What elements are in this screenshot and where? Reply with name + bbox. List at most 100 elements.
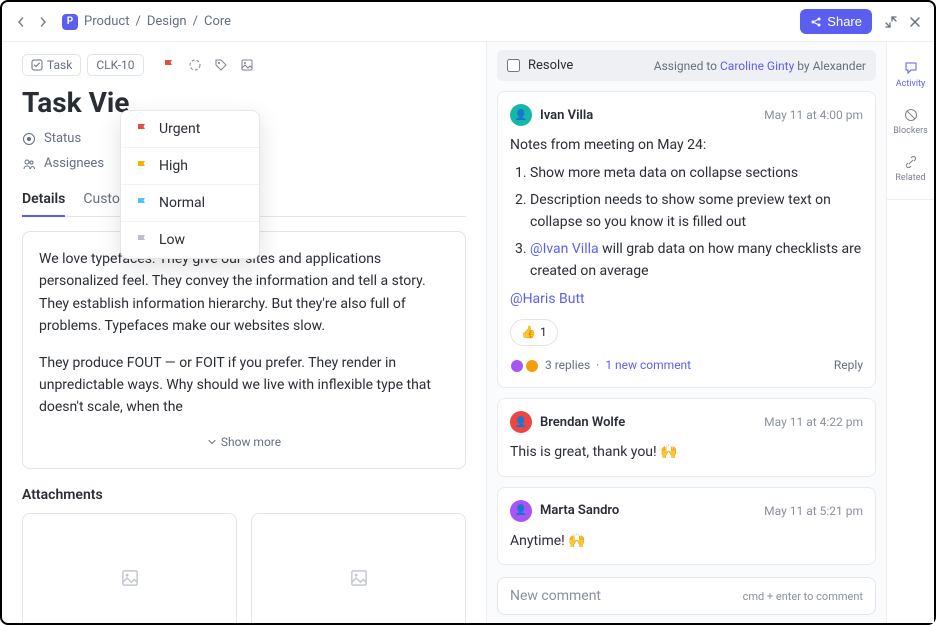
rail-label: Activity bbox=[896, 79, 925, 89]
attachments-heading: Attachments bbox=[22, 487, 466, 503]
comments-panel: Resolve Assigned to Caroline Ginty by Al… bbox=[486, 42, 886, 623]
comment-author: Brendan Wolfe bbox=[540, 415, 625, 430]
priority-option-label: Urgent bbox=[159, 121, 200, 137]
link-icon bbox=[903, 154, 919, 170]
nav-arrows bbox=[14, 15, 50, 29]
rail-label: Blockers bbox=[893, 126, 928, 136]
comment-time: May 11 at 4:22 pm bbox=[764, 415, 863, 429]
show-more-label: Show more bbox=[221, 433, 281, 452]
comment-icon bbox=[903, 60, 919, 76]
comment: 👤 Marta Sandro May 11 at 5:21 pm Anytime… bbox=[497, 487, 876, 565]
attachment-placeholder[interactable] bbox=[251, 513, 466, 623]
priority-dropdown[interactable]: Urgent High Normal Low bbox=[120, 110, 260, 259]
assignee-link[interactable]: Caroline Ginty bbox=[720, 59, 794, 73]
comment-header: 👤 Ivan Villa May 11 at 4:00 pm bbox=[510, 104, 863, 126]
priority-option-high[interactable]: High bbox=[121, 148, 259, 185]
tab-details[interactable]: Details bbox=[22, 183, 65, 217]
comment: 👤 Brendan Wolfe May 11 at 4:22 pm This i… bbox=[497, 398, 876, 476]
forward-button[interactable] bbox=[36, 15, 50, 29]
tag-icon[interactable] bbox=[214, 58, 228, 72]
image-icon[interactable] bbox=[240, 58, 254, 72]
breadcrumb[interactable]: P Product/ Design/ Core bbox=[62, 14, 231, 30]
resolve-checkbox[interactable] bbox=[507, 59, 520, 72]
flag-icon bbox=[135, 233, 149, 247]
status-label: Status bbox=[44, 131, 81, 146]
comment-body: Anytime! 🙌 bbox=[510, 530, 863, 552]
rail-blockers[interactable]: Blockers bbox=[887, 99, 934, 144]
breadcrumb-item[interactable]: Product bbox=[84, 14, 129, 29]
attachments-row bbox=[22, 513, 466, 623]
share-button[interactable]: Share bbox=[800, 9, 872, 34]
comment: 👤 Ivan Villa May 11 at 4:00 pm Notes fro… bbox=[497, 91, 876, 388]
priority-option-label: Normal bbox=[159, 195, 205, 211]
mention[interactable]: @Haris Butt bbox=[510, 288, 863, 310]
back-button[interactable] bbox=[14, 15, 28, 29]
check-icon bbox=[31, 59, 43, 71]
assignees-label: Assignees bbox=[44, 156, 104, 171]
task-id-chip[interactable]: CLK-10 bbox=[87, 54, 143, 76]
breadcrumb-item[interactable]: Core bbox=[204, 14, 231, 29]
avatar: 👤 bbox=[510, 104, 532, 126]
avatar: 👤 bbox=[510, 500, 532, 522]
priority-option-label: Low bbox=[159, 232, 185, 248]
resolve-bar: Resolve Assigned to Caroline Ginty by Al… bbox=[497, 50, 876, 81]
reaction[interactable]: 👍1 bbox=[510, 319, 558, 346]
comment-header: 👤 Marta Sandro May 11 at 5:21 pm bbox=[510, 500, 863, 522]
list-item: Show more meta data on collapse sections bbox=[530, 162, 863, 184]
rail-label: Related bbox=[895, 173, 925, 183]
task-chip-label: Task bbox=[47, 58, 72, 72]
comment-body: Notes from meeting on May 24: Show more … bbox=[510, 134, 863, 375]
comment-header: 👤 Brendan Wolfe May 11 at 4:22 pm bbox=[510, 411, 863, 433]
breadcrumb-icon: P bbox=[62, 14, 78, 30]
task-chip[interactable]: Task bbox=[22, 54, 81, 76]
list-item: @Ivan Villa will grab data on how many c… bbox=[530, 238, 863, 283]
priority-option-normal[interactable]: Normal bbox=[121, 185, 259, 222]
breadcrumb-item[interactable]: Design bbox=[147, 14, 187, 29]
comment-composer[interactable]: New comment cmd + enter to comment bbox=[497, 577, 876, 615]
comment-time: May 11 at 5:21 pm bbox=[764, 504, 863, 518]
collapse-icon[interactable] bbox=[884, 15, 898, 29]
description-p2: They produce FOUT — or FOIT if you prefe… bbox=[39, 352, 449, 419]
status-icon bbox=[22, 132, 36, 146]
resolve-label: Resolve bbox=[528, 58, 573, 73]
comment-author: Ivan Villa bbox=[540, 108, 593, 123]
flag-icon bbox=[135, 122, 149, 136]
task-chips: Task CLK-10 bbox=[22, 54, 466, 76]
description-box: We love typefaces. They give our sites a… bbox=[22, 231, 466, 469]
comment-body: This is great, thank you! 🙌 bbox=[510, 441, 863, 463]
tab-custom[interactable]: Custo bbox=[83, 183, 119, 216]
left-panel: Task CLK-10 Task Vie Status Assignees De… bbox=[2, 42, 486, 623]
image-icon bbox=[349, 568, 369, 588]
side-rail: Activity Blockers Related bbox=[886, 42, 934, 623]
rail-related[interactable]: Related bbox=[887, 146, 934, 191]
reply-button[interactable]: Reply bbox=[834, 356, 863, 375]
attachment-placeholder[interactable] bbox=[22, 513, 237, 623]
main-content: Task CLK-10 Task Vie Status Assignees De… bbox=[2, 42, 934, 623]
share-icon bbox=[810, 16, 822, 28]
share-label: Share bbox=[827, 14, 862, 29]
comment-time: May 11 at 4:00 pm bbox=[764, 108, 863, 122]
new-comment-link[interactable]: 1 new comment bbox=[605, 356, 691, 375]
close-icon[interactable] bbox=[908, 15, 922, 29]
avatar: 👤 bbox=[510, 411, 532, 433]
task-action-icons bbox=[162, 58, 254, 72]
blocker-icon bbox=[903, 107, 919, 123]
list-item: Description needs to show some preview t… bbox=[530, 189, 863, 234]
show-more-button[interactable]: Show more bbox=[39, 433, 449, 452]
description-p1: We love typefaces. They give our sites a… bbox=[39, 248, 449, 338]
sprint-icon[interactable] bbox=[188, 58, 202, 72]
composer-placeholder: New comment bbox=[510, 588, 601, 604]
replies-count[interactable]: 3 replies bbox=[545, 356, 590, 375]
chevron-down-icon bbox=[207, 437, 217, 447]
priority-option-label: High bbox=[159, 158, 188, 174]
priority-flag-icon[interactable] bbox=[162, 58, 176, 72]
mention[interactable]: @Ivan Villa bbox=[530, 241, 599, 257]
comment-author: Marta Sandro bbox=[540, 503, 619, 518]
topbar-actions bbox=[884, 15, 922, 29]
priority-option-low[interactable]: Low bbox=[121, 222, 259, 258]
rail-activity[interactable]: Activity bbox=[887, 52, 934, 97]
topbar: P Product/ Design/ Core Share bbox=[2, 2, 934, 42]
priority-option-urgent[interactable]: Urgent bbox=[121, 111, 259, 148]
replies-row: 3 replies · 1 new comment Reply bbox=[510, 356, 863, 375]
image-icon bbox=[120, 568, 140, 588]
